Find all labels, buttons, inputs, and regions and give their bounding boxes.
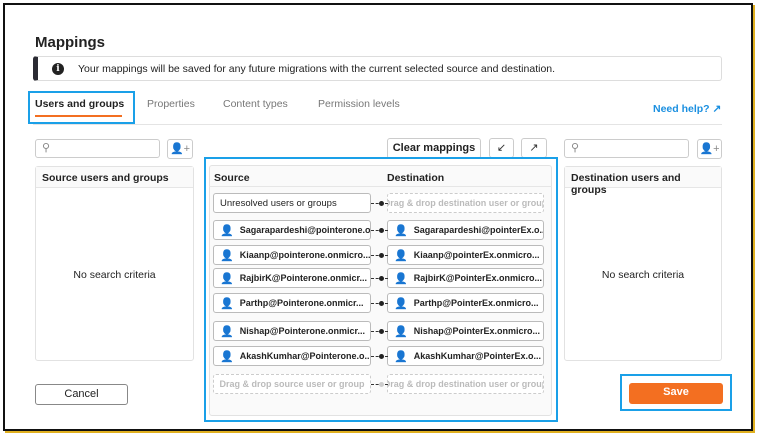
destination-search-input[interactable]: ⚲	[564, 139, 689, 158]
add-source-user-button[interactable]: 👤+	[167, 139, 193, 159]
label: Parthp@Pointerone.onmicr...	[239, 298, 364, 308]
panel-title: Source users and groups	[36, 167, 193, 188]
label: AkashKumhar@Pointerone.o...	[239, 351, 371, 361]
search-icon: ⚲	[571, 142, 580, 154]
destination-user[interactable]: 👤 RajbirK@PointerEx.onmicro...	[387, 268, 544, 288]
destination-user[interactable]: 👤 Parthp@PointerEx.onmicro...	[387, 293, 544, 313]
tab-permission-levels[interactable]: Permission levels	[318, 98, 400, 110]
info-icon: i	[52, 62, 64, 75]
user-icon: 👤	[220, 350, 234, 363]
import-button[interactable]: ↙	[489, 138, 514, 158]
search-icon: ⚲	[42, 142, 51, 154]
connector-dot	[379, 228, 384, 233]
add-user-icon: 👤+	[169, 143, 191, 155]
source-user[interactable]: 👤 Parthp@Pointerone.onmicr...	[213, 293, 371, 313]
label: Kiaanp@pointerEx.onmicro...	[413, 250, 540, 260]
tab-properties[interactable]: Properties	[147, 98, 195, 110]
connector-dot	[379, 382, 384, 387]
header-divider	[209, 186, 552, 187]
connector-dot	[379, 354, 384, 359]
destination-users-panel: Destination users and groups No search c…	[564, 166, 722, 361]
label: Drag & drop destination user or group	[387, 379, 544, 389]
empty-state: No search criteria	[601, 269, 685, 281]
user-icon: 👤	[220, 249, 234, 262]
label: Parthp@PointerEx.onmicro...	[413, 298, 539, 308]
user-icon: 👤	[220, 272, 234, 285]
add-destination-user-button[interactable]: 👤+	[697, 139, 722, 159]
empty-state: No search criteria	[73, 269, 156, 281]
destination-user[interactable]: 👤 Nishap@PointerEx.onmicro...	[387, 321, 544, 341]
import-icon: ↙	[496, 142, 507, 154]
user-icon: 👤	[394, 297, 408, 310]
connector-dot	[379, 301, 384, 306]
info-banner: i Your mappings will be saved for any fut…	[33, 56, 722, 81]
tab-users-and-groups[interactable]: Users and groups	[35, 98, 124, 110]
source-search-input[interactable]: ⚲	[35, 139, 160, 158]
destination-drop-zone[interactable]: Drag & drop destination user or group	[387, 374, 544, 394]
source-users-panel: Source users and groups No search criter…	[35, 166, 194, 361]
source-header: Source	[214, 172, 250, 184]
destination-header: Destination	[387, 172, 445, 184]
source-drop-zone[interactable]: Drag & drop source user or group	[213, 374, 371, 394]
source-user[interactable]: 👤 AkashKumhar@Pointerone.o...	[213, 346, 371, 366]
cancel-button[interactable]: Cancel	[35, 384, 128, 405]
banner-text: Your mappings will be saved for any futu…	[78, 62, 556, 75]
label: RajbirK@Pointerone.onmicr...	[239, 273, 367, 283]
connector-dot	[379, 329, 384, 334]
destination-user[interactable]: 👤 Sagarapardeshi@pointerEx.o...	[387, 220, 544, 240]
panel-title: Destination users and groups	[565, 167, 721, 196]
destination-drop-zone[interactable]: Drag & drop destination user or group	[387, 193, 544, 213]
user-icon: 👤	[394, 249, 408, 262]
label: Nishap@PointerEx.onmicro...	[413, 326, 541, 336]
need-help-link[interactable]: Need help? ↗	[653, 103, 721, 115]
source-user[interactable]: 👤 RajbirK@Pointerone.onmicr...	[213, 268, 371, 288]
source-user[interactable]: 👤 Sagarapardeshi@pointerone.o...	[213, 220, 371, 240]
user-icon: 👤	[220, 297, 234, 310]
label: Unresolved users or groups	[220, 197, 337, 209]
label: Drag & drop source user or group	[219, 379, 365, 389]
label: RajbirK@PointerEx.onmicro...	[413, 273, 543, 283]
tab-divider	[33, 124, 722, 125]
label: Sagarapardeshi@pointerEx.o...	[413, 225, 544, 235]
label: Sagarapardeshi@pointerone.o...	[239, 225, 371, 235]
save-button[interactable]: Save	[629, 383, 723, 404]
user-icon: 👤	[394, 272, 408, 285]
source-user[interactable]: 👤 Nishap@Pointerone.onmicr...	[213, 321, 371, 341]
user-icon: 👤	[220, 224, 234, 237]
destination-user[interactable]: 👤 Kiaanp@pointerEx.onmicro...	[387, 245, 544, 265]
connector-dot	[379, 276, 384, 281]
unresolved-source[interactable]: Unresolved users or groups	[213, 193, 371, 213]
export-icon: ↗	[529, 142, 539, 154]
connector-dot	[379, 201, 384, 206]
label: Kiaanp@pointerone.onmicro...	[239, 250, 371, 260]
user-icon: 👤	[220, 325, 234, 338]
label: Nishap@Pointerone.onmicr...	[239, 326, 365, 336]
source-user[interactable]: 👤 Kiaanp@pointerone.onmicro...	[213, 245, 371, 265]
connector-dot	[379, 253, 384, 258]
user-icon: 👤	[394, 224, 408, 237]
user-icon: 👤	[394, 325, 408, 338]
active-tab-underline	[35, 115, 122, 117]
export-button[interactable]: ↗	[521, 138, 547, 158]
add-user-icon: 👤+	[699, 143, 720, 155]
clear-mappings-button[interactable]: Clear mappings	[387, 138, 481, 159]
label: AkashKumhar@PointerEx.o...	[413, 351, 542, 361]
page-title: Mappings	[35, 34, 105, 51]
tab-content-types[interactable]: Content types	[223, 98, 288, 110]
label: Drag & drop destination user or group	[387, 198, 544, 208]
destination-user[interactable]: 👤 AkashKumhar@PointerEx.o...	[387, 346, 544, 366]
user-icon: 👤	[394, 350, 408, 363]
